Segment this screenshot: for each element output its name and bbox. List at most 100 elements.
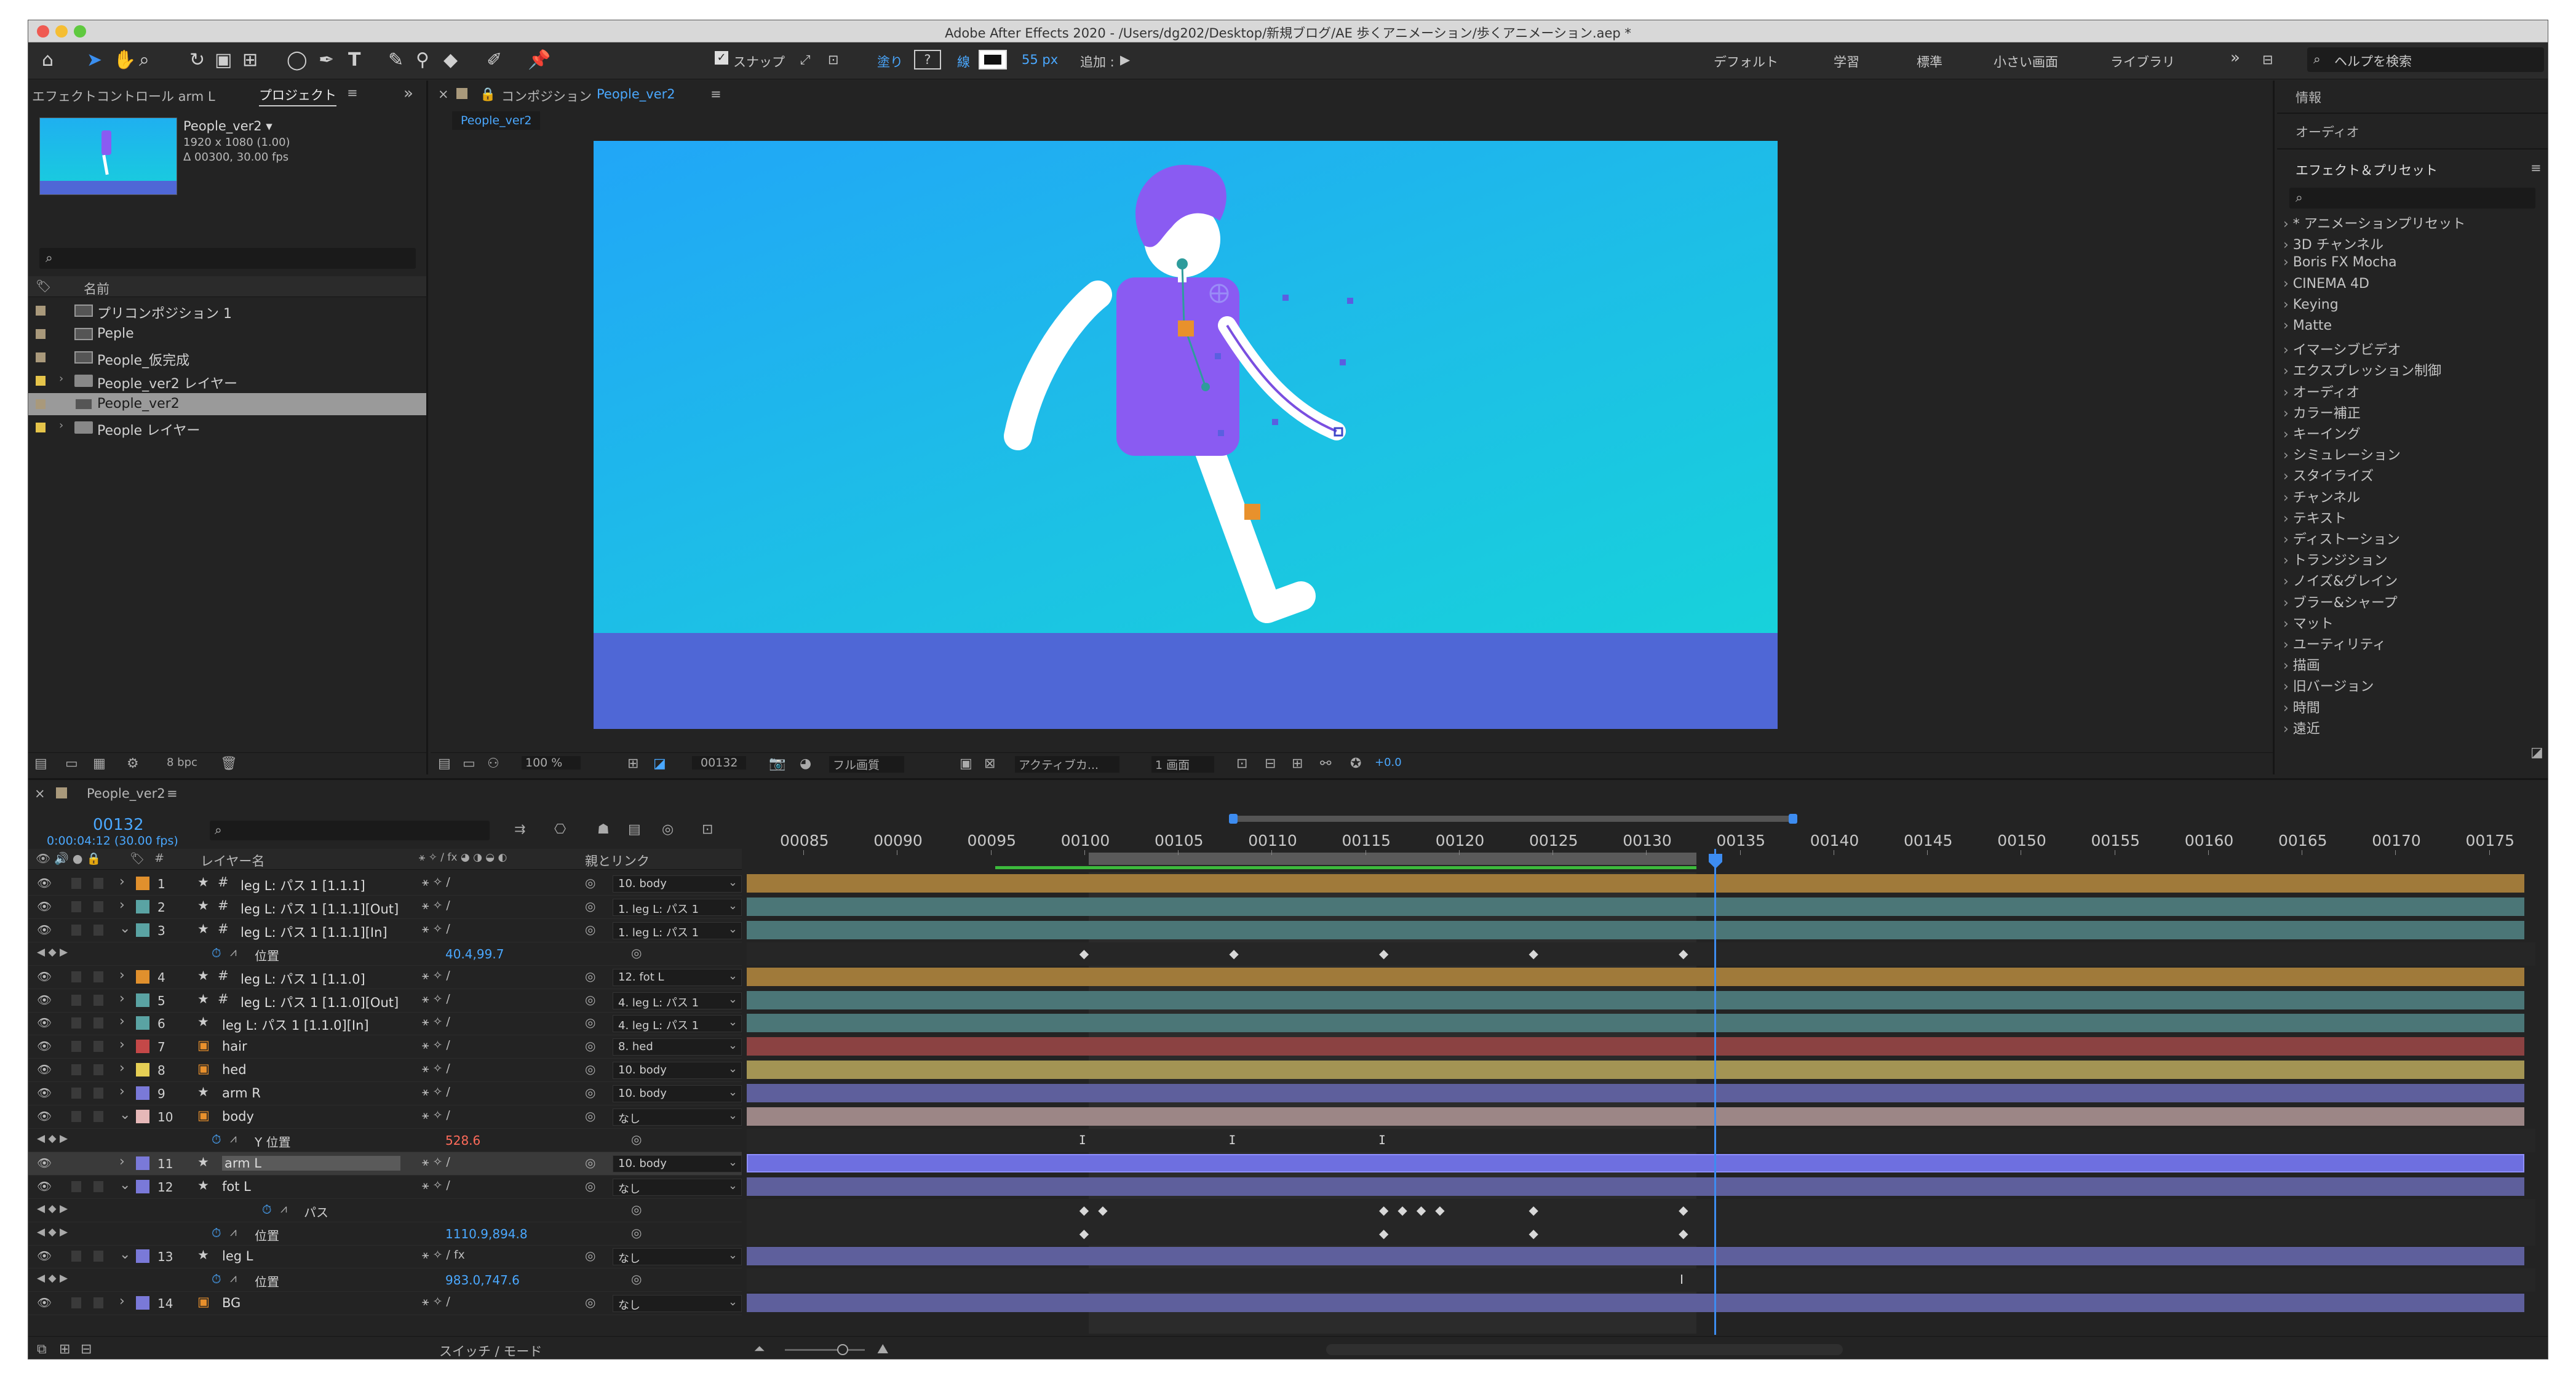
graph-icon[interactable]: ⩘ bbox=[230, 1272, 237, 1285]
eye-icon[interactable]: 👁 bbox=[37, 1156, 52, 1170]
solo-toggle[interactable] bbox=[71, 1041, 81, 1053]
audio-panel-tab[interactable]: オーディオ bbox=[2296, 122, 2359, 141]
layer-label-swatch[interactable] bbox=[136, 1110, 149, 1123]
layer-row[interactable]: 👁 › 9 ★ arm R ⚹ ✧ ∕ ◎ 10. body ⌄ bbox=[28, 1082, 742, 1106]
layer-row[interactable]: 👁 › 5 ★ # leg L: パス 1 [1.1.0][Out] ⚹ ✧ ∕ ◎ 4. le… bbox=[28, 989, 742, 1013]
keyframe-marker[interactable]: ◆ bbox=[1079, 946, 1089, 961]
chevron-right-icon[interactable]: › bbox=[59, 372, 63, 385]
pick-whip-icon[interactable]: ◎ bbox=[585, 1108, 595, 1123]
effect-category[interactable]: シミュレーション bbox=[2283, 444, 2401, 464]
parent-dropdown[interactable]: 10. body ⌄ bbox=[613, 1085, 742, 1103]
trash-icon[interactable]: 🗑 bbox=[220, 756, 237, 771]
layer-label-swatch[interactable] bbox=[136, 1063, 149, 1077]
pick-whip-icon[interactable]: ◎ bbox=[631, 945, 642, 960]
effect-category[interactable]: ユーティリティ bbox=[2283, 634, 2386, 653]
keyframe-nav-icon[interactable]: ◀ ◆ ▶ bbox=[37, 1203, 68, 1215]
layer-row[interactable]: 👁 › 11 ★ arm L ⚹ ✧ ∕ ◎ 10. body ⌄ bbox=[28, 1152, 742, 1176]
layer-track[interactable] bbox=[747, 1292, 2535, 1315]
layer-track[interactable] bbox=[747, 1105, 2535, 1129]
workspace-libraries[interactable]: ライブラリ bbox=[2110, 52, 2175, 71]
snap-features-icon[interactable]: ⊡ bbox=[828, 52, 839, 67]
zoom-tool-icon[interactable]: ⌕ bbox=[139, 49, 149, 72]
layer-row[interactable]: 👁 ⌄ 12 ★ fot L ⚹ ✧ ∕ ◎ なし ⌄ bbox=[28, 1176, 742, 1199]
effect-category[interactable]: テキスト bbox=[2283, 507, 2347, 527]
layer-search-input[interactable]: ⌕ bbox=[210, 821, 490, 840]
keyframe-marker[interactable]: ◆ bbox=[1379, 1226, 1388, 1241]
effect-category[interactable]: 3D チャンネル bbox=[2283, 234, 2383, 253]
parent-dropdown[interactable]: 4. leg L: パス 1 ⌄ bbox=[613, 1015, 742, 1033]
layer-name[interactable]: leg L bbox=[222, 1249, 253, 1264]
layer-name[interactable]: BG bbox=[222, 1295, 241, 1310]
time-navigator[interactable] bbox=[1229, 814, 1797, 824]
eye-icon[interactable]: 👁 bbox=[37, 1062, 52, 1077]
keyframe-marker[interactable]: ◆ bbox=[1679, 1226, 1688, 1241]
label-swatch[interactable] bbox=[36, 329, 46, 339]
keyframe-marker[interactable]: ◆ bbox=[1679, 1203, 1688, 1217]
property-track[interactable]: ◆ ◆ ◆ ◆ bbox=[747, 1222, 2535, 1246]
layer-label-swatch[interactable] bbox=[136, 1086, 149, 1100]
time-ruler[interactable]: 00085 00090 00095 00100 00105 00110 00115 00120… bbox=[747, 813, 2543, 870]
render-time-icon[interactable]: ⧉ bbox=[37, 1342, 47, 1357]
keyframe-marker[interactable]: ◆ bbox=[1079, 1203, 1089, 1217]
pick-whip-icon[interactable]: ◎ bbox=[585, 1179, 595, 1193]
effect-category[interactable]: 描画 bbox=[2283, 655, 2320, 674]
keyframe-nav-icon[interactable]: ◀ ◆ ▶ bbox=[37, 946, 68, 958]
effect-category[interactable]: * アニメーションプリセット bbox=[2283, 213, 2465, 233]
workspace-default[interactable]: デフォルト bbox=[1714, 52, 1778, 71]
pick-whip-icon[interactable]: ◎ bbox=[585, 1015, 595, 1030]
property-row[interactable]: ◀ ◆ ▶ ⏱ ⩘ 位置 1110.9,894.8 ◎ bbox=[28, 1222, 742, 1246]
layer-duration-bar[interactable] bbox=[747, 1084, 2524, 1103]
eye-icon[interactable]: 👁 bbox=[37, 1249, 52, 1263]
stroke-label[interactable]: 線 bbox=[957, 52, 970, 71]
solo-toggle[interactable] bbox=[71, 1297, 81, 1309]
snap-edges-icon[interactable]: ⤢ bbox=[800, 52, 811, 68]
keyframe-marker[interactable]: ◆ bbox=[1435, 1203, 1444, 1217]
twirl-chevron-icon[interactable]: › bbox=[119, 1037, 125, 1053]
lock-toggle[interactable] bbox=[93, 901, 103, 912]
stopwatch-icon[interactable]: ⏱ bbox=[212, 945, 221, 960]
expand-panel-icon[interactable]: » bbox=[403, 84, 413, 103]
layer-track[interactable] bbox=[747, 1012, 2535, 1035]
always-preview-icon[interactable]: ▤ bbox=[438, 756, 451, 771]
pick-whip-icon[interactable]: ◎ bbox=[585, 922, 595, 937]
ellipse-tool-icon[interactable]: ◯ bbox=[287, 49, 308, 72]
views-layout-icon[interactable]: ⊡ bbox=[1236, 756, 1247, 771]
toggle-switches-modes[interactable]: スイッチ / モード bbox=[439, 1342, 542, 1359]
effect-category[interactable]: スタイライズ bbox=[2283, 465, 2374, 485]
close-tab-icon[interactable]: × bbox=[438, 87, 449, 101]
effect-category[interactable]: 遠近 bbox=[2283, 718, 2320, 738]
eye-icon[interactable]: 👁 bbox=[37, 993, 52, 1007]
layer-row[interactable]: 👁 › 1 ★ # leg L: パス 1 [1.1.1] ⚹ ✧ ∕ ◎ 10. body ⌄ bbox=[28, 872, 742, 896]
solo-toggle[interactable] bbox=[71, 994, 81, 1006]
twirl-chevron-icon[interactable]: ⌄ bbox=[119, 1107, 130, 1123]
composition-canvas[interactable] bbox=[594, 141, 1778, 729]
fill-label[interactable]: 塗り bbox=[877, 52, 903, 71]
label-swatch[interactable] bbox=[36, 352, 46, 362]
layer-track[interactable] bbox=[747, 896, 2535, 919]
timeline-tracks[interactable]: ◆ ◆ ◆ ◆ ◆ ⵊ ⵊ ⵊ ◆ ◆ ◆ ◆ ◆ ◆ ◆ ◆ ◆ ◆ ◆ ◆ I bbox=[747, 872, 2535, 1334]
layer-track[interactable] bbox=[747, 966, 2535, 989]
solo-toggle[interactable] bbox=[71, 878, 81, 889]
layer-duration-bar[interactable] bbox=[747, 874, 2524, 893]
effects-presets-title[interactable]: エフェクト＆プリセット bbox=[2296, 161, 2438, 179]
comp-mini-flowchart-icon[interactable]: ⇉ bbox=[514, 822, 525, 837]
twirl-chevron-icon[interactable]: › bbox=[119, 874, 125, 890]
layer-switches[interactable]: ⚹ ✧ ∕ bbox=[422, 1015, 450, 1029]
layer-name[interactable]: arm L bbox=[222, 1155, 400, 1171]
parent-dropdown[interactable]: なし ⌄ bbox=[613, 1248, 742, 1266]
parent-dropdown[interactable]: 10. body ⌄ bbox=[613, 1155, 742, 1172]
pick-whip-icon[interactable]: ◎ bbox=[585, 1295, 595, 1310]
effect-category[interactable]: エクスプレッション制御 bbox=[2283, 360, 2441, 380]
workspace-learn[interactable]: 学習 bbox=[1834, 52, 1859, 71]
keyframe-marker[interactable]: ◆ bbox=[1229, 946, 1238, 961]
timeline-icon[interactable]: ⊞ bbox=[1292, 756, 1303, 771]
property-row[interactable]: ◀ ◆ ▶ ⏱ ⩘ Y 位置 528.6 ◎ bbox=[28, 1129, 742, 1152]
pick-whip-icon[interactable]: ◎ bbox=[631, 1272, 642, 1286]
stroke-width-field[interactable]: 55 px bbox=[1022, 52, 1058, 67]
layer-name[interactable]: leg L: パス 1 [1.1.0][In] bbox=[222, 1016, 369, 1034]
parent-dropdown[interactable]: 4. leg L: パス 1 ⌄ bbox=[613, 992, 742, 1009]
motion-blur-icon[interactable]: ◎ bbox=[662, 822, 674, 837]
parent-dropdown[interactable]: なし ⌄ bbox=[613, 1295, 742, 1313]
layer-switches[interactable]: ⚹ ✧ ∕ bbox=[422, 875, 450, 889]
layer-switches[interactable]: ⚹ ✧ ∕ bbox=[422, 1062, 450, 1075]
